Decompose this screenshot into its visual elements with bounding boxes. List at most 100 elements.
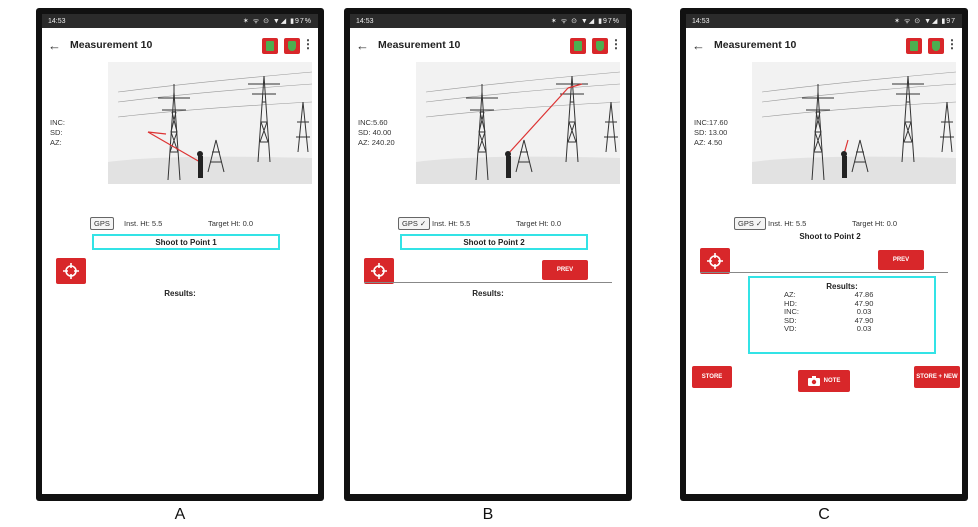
status-icons: ✶ ᯤ ⊙ ▼◢ ▮97%: [550, 17, 620, 25]
sd-readout: SD: 40.00: [358, 128, 392, 137]
page-title: Measurement 10: [714, 39, 797, 51]
inc-readout: INC:5.60: [358, 118, 388, 127]
shield-icon: [932, 41, 940, 51]
result-row: INC: 0.03: [750, 307, 934, 317]
caption-a: A: [174, 506, 186, 523]
crosshair-icon: [371, 263, 387, 279]
results-title: Results:: [826, 282, 858, 291]
overflow-menu-icon[interactable]: ⋮: [610, 37, 622, 51]
page-title: Measurement 10: [378, 39, 461, 51]
height-parameters: GPS Inst. Ht: 5.5 Target Ht: 0.0: [42, 217, 318, 231]
shoot-target-button[interactable]: [364, 258, 394, 284]
sd-readout: SD:: [50, 128, 63, 137]
gps-shield-button[interactable]: [284, 38, 300, 54]
status-icons: ✶ ᯤ ⊙ ▼◢ ▮97: [894, 17, 956, 25]
result-value: 0.03: [856, 324, 872, 333]
gps-shield-button[interactable]: [592, 38, 608, 54]
sd-readout: SD: 13.00: [694, 128, 728, 137]
bluetooth-device-button[interactable]: [906, 38, 922, 54]
result-row: AZ: 47.86: [750, 290, 934, 300]
powerline-illustration: [108, 71, 312, 184]
caption-c: C: [818, 506, 830, 523]
screen-b: 14:53 ✶ ᯤ ⊙ ▼◢ ▮97% ← Measurement 10 ⋮ I…: [350, 14, 626, 494]
status-time: 14:53: [48, 17, 66, 25]
status-bar: 14:53 ✶ ᯤ ⊙ ▼◢ ▮97%: [350, 14, 626, 28]
inst-ht-field[interactable]: Inst. Ht: 5.5: [124, 219, 162, 228]
shield-icon: [596, 41, 604, 51]
result-row: VD: 0.03: [750, 324, 934, 334]
target-ht-field[interactable]: Target Ht: 0.0: [852, 219, 897, 228]
measurement-illustration: [752, 62, 956, 184]
result-row: HD: 47.90: [750, 298, 934, 309]
overflow-menu-icon[interactable]: ⋮: [946, 37, 958, 51]
status-bar: 14:53 ✶ ᯤ ⊙ ▼◢ ▮97: [686, 14, 962, 28]
az-readout: AZ:: [50, 138, 62, 147]
shoot-instruction: Shoot to Point 1: [92, 234, 280, 250]
back-arrow-icon[interactable]: ←: [692, 38, 714, 53]
store-button[interactable]: STORE: [692, 366, 732, 388]
screen-c: 14:53 ✶ ᯤ ⊙ ▼◢ ▮97 ← Measurement 10 ⋮ IN…: [686, 14, 962, 494]
prev-button[interactable]: PREV: [542, 260, 588, 280]
target-ht-field[interactable]: Target Ht: 0.0: [516, 219, 561, 228]
bluetooth-device-button[interactable]: [570, 38, 586, 54]
bluetooth-device-button[interactable]: [262, 38, 278, 54]
target-ht-field[interactable]: Target Ht: 0.0: [208, 219, 253, 228]
results-panel: Results: AZ: 47.86 HD: 47.90 INC: 0.03 SD: 4…: [748, 276, 936, 354]
inst-ht-field[interactable]: Inst. Ht: 5.5: [768, 219, 806, 228]
shoot-target-button[interactable]: [56, 258, 86, 284]
crosshair-icon: [707, 253, 723, 269]
result-row: SD: 47.90: [750, 316, 934, 326]
overflow-menu-icon[interactable]: ⋮: [302, 37, 314, 51]
store-new-button[interactable]: STORE + NEW: [914, 366, 960, 388]
back-arrow-icon[interactable]: ←: [48, 38, 70, 53]
back-arrow-icon[interactable]: ←: [356, 38, 378, 53]
gps-shield-button[interactable]: [928, 38, 944, 54]
live-readout: INC:5.60 SD: 40.00 AZ: 240.20: [358, 118, 395, 148]
shield-icon: [288, 41, 296, 51]
gps-toggle[interactable]: GPS ✓: [398, 217, 431, 230]
page-title: Measurement 10: [70, 39, 153, 51]
crosshair-icon: [63, 263, 79, 279]
shoot-instruction: Shoot to Point 2: [799, 232, 861, 241]
app-bar: ← Measurement 10 ⋮: [42, 28, 318, 62]
az-readout: AZ: 240.20: [358, 138, 395, 147]
inc-readout: INC:17.60: [694, 118, 728, 127]
status-time: 14:53: [356, 17, 374, 25]
device-icon: [574, 41, 582, 51]
divider: [700, 272, 948, 273]
inc-readout: INC:: [50, 118, 65, 127]
note-button[interactable]: NOTE: [798, 370, 850, 392]
result-value: 47.86: [854, 290, 874, 299]
result-value: 0.03: [856, 307, 872, 316]
result-key: VD:: [784, 324, 797, 333]
measurement-illustration: [416, 62, 620, 184]
powerline-illustration: [752, 71, 956, 184]
inst-ht-field[interactable]: Inst. Ht: 5.5: [432, 219, 470, 228]
camera-icon: [807, 376, 820, 386]
gps-toggle[interactable]: GPS ✓: [734, 217, 767, 230]
measurement-illustration: [108, 62, 312, 184]
device-icon: [910, 41, 918, 51]
phone-a: 14:53 ✶ ᯤ ⊙ ▼◢ ▮97% ← Measurement 10 ⋮ I…: [36, 8, 324, 501]
status-icons: ✶ ᯤ ⊙ ▼◢ ▮97%: [242, 17, 312, 25]
height-parameters: GPS ✓ Inst. Ht: 5.5 Target Ht: 0.0: [350, 217, 626, 231]
status-time: 14:53: [692, 17, 710, 25]
shoot-instruction: Shoot to Point 2: [400, 234, 588, 250]
status-bar: 14:53 ✶ ᯤ ⊙ ▼◢ ▮97%: [42, 14, 318, 28]
results-label: Results:: [472, 289, 504, 298]
device-icon: [266, 41, 274, 51]
phone-c: 14:53 ✶ ᯤ ⊙ ▼◢ ▮97 ← Measurement 10 ⋮ IN…: [680, 8, 968, 501]
phone-b: 14:53 ✶ ᯤ ⊙ ▼◢ ▮97% ← Measurement 10 ⋮ I…: [344, 8, 632, 501]
az-readout: AZ: 4.50: [694, 138, 723, 147]
divider: [364, 282, 612, 283]
caption-b: B: [482, 506, 494, 523]
prev-button[interactable]: PREV: [878, 250, 924, 270]
shoot-target-button[interactable]: [700, 248, 730, 274]
results-label: Results:: [164, 289, 196, 298]
gps-toggle[interactable]: GPS: [90, 217, 114, 230]
result-value: 47.90: [854, 298, 874, 308]
live-readout: INC:17.60 SD: 13.00 AZ: 4.50: [694, 118, 728, 148]
app-bar: ← Measurement 10 ⋮: [350, 28, 626, 62]
note-label: NOTE: [823, 378, 841, 384]
app-bar: ← Measurement 10 ⋮: [686, 28, 962, 62]
